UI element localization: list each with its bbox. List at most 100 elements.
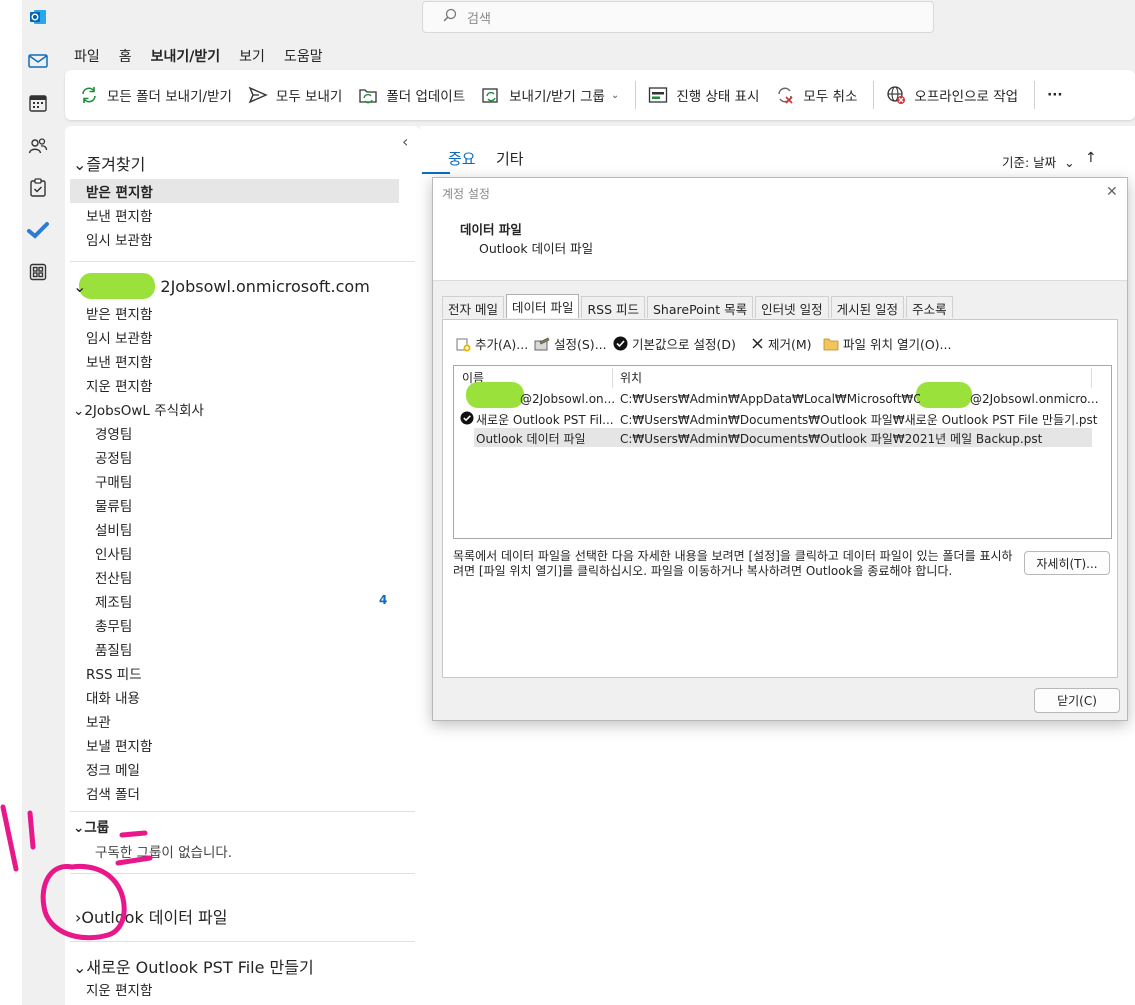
org-folder[interactable]: ⌄2JobsOwL 주식회사	[73, 399, 204, 419]
send-icon	[248, 85, 268, 105]
favorite-sent[interactable]: 보낸 편지함	[86, 205, 152, 225]
dialog-heading: 데이터 파일	[460, 222, 522, 237]
dialog-subheading: Outlook 데이터 파일	[479, 241, 594, 256]
folder-conversation[interactable]: 대화 내용	[86, 687, 140, 707]
update-folder-label: 폴더 업데이트	[386, 89, 466, 105]
folder-drafts[interactable]: 임시 보관함	[86, 327, 152, 347]
cancel-all-label: 모두 취소	[803, 89, 858, 105]
send-receive-groups-label: 보내기/받기 그룹	[509, 89, 605, 105]
add-file-icon	[455, 336, 471, 352]
favorites-header[interactable]: ⌄즐겨찾기	[73, 151, 145, 175]
menu-view[interactable]: 보기	[239, 46, 265, 72]
tab-address-book[interactable]: 주소록	[906, 296, 953, 318]
table-row[interactable]: Outlook 데이터 파일 C:₩Users₩Admin₩Documents₩…	[454, 428, 1111, 447]
team-folder[interactable]: 경영팀	[95, 423, 132, 443]
row-location: C:₩Users₩Admin₩AppData₩Local₩Microsoft₩O…	[620, 392, 920, 406]
account-label: 2Jobsowl.onmicrosoft.com	[160, 277, 370, 296]
tab-internet-calendar[interactable]: 인터넷 일정	[755, 296, 829, 318]
tab-email[interactable]: 전자 메일	[442, 296, 504, 318]
folder-deleted[interactable]: 지운 편지함	[86, 375, 152, 395]
close-button[interactable]: 닫기(C)	[1034, 688, 1120, 713]
menu-file[interactable]: 파일	[74, 46, 100, 72]
column-header-location[interactable]: 위치	[620, 366, 642, 388]
folder-sent[interactable]: 보낸 편지함	[86, 351, 152, 371]
team-folder[interactable]: 물류팀	[95, 495, 132, 515]
unread-count-badge: 4	[379, 593, 388, 607]
tab-published-calendar[interactable]: 게시된 일정	[830, 296, 905, 318]
collapse-pane-icon[interactable]: ‹	[402, 132, 408, 151]
new-pst-header[interactable]: ⌄새로운 Outlook PST File 만들기	[73, 954, 314, 978]
settings-file-icon	[534, 336, 550, 352]
table-row[interactable]: @2Jobsowl.on... C:₩Users₩Admin₩AppData₩L…	[454, 382, 1111, 409]
tab-other[interactable]: 기타	[496, 148, 524, 169]
search-icon	[443, 8, 457, 26]
favorite-drafts[interactable]: 임시 보관함	[86, 229, 152, 249]
menu-home[interactable]: 홈	[119, 46, 132, 72]
row-name: @2Jobsowl.on...	[520, 392, 616, 406]
search-placeholder: 검색	[467, 11, 491, 27]
settings-button[interactable]: 설정(S)...	[534, 334, 607, 353]
dialog-header: 계정 설정 ✕ 데이터 파일 Outlook 데이터 파일	[433, 178, 1127, 281]
search-box[interactable]: 검색	[422, 1, 934, 33]
folder-sync-icon	[358, 85, 378, 105]
folder-junk[interactable]: 정크 메일	[86, 759, 140, 779]
folder-archive[interactable]: 보관	[86, 711, 111, 731]
tab-data-files[interactable]: 데이터 파일	[505, 294, 580, 318]
add-button[interactable]: 추가(A)...	[455, 334, 528, 353]
dialog-tabs: 전자 메일 데이터 파일 RSS 피드 SharePoint 목록 인터넷 일정…	[442, 294, 955, 318]
menu-send-receive[interactable]: 보내기/받기	[150, 46, 221, 72]
cancel-all-button[interactable]: 모두 취소	[775, 85, 857, 105]
show-progress-button[interactable]: 진행 상태 표시	[648, 85, 759, 105]
sort-by-dropdown[interactable]: 기준: 날짜 ⌄	[1002, 152, 1075, 171]
team-folder[interactable]: 품질팀	[95, 639, 132, 659]
sort-label: 기준: 날짜	[1002, 155, 1057, 170]
set-default-button[interactable]: 기본값으로 설정(D)	[613, 334, 736, 353]
row-name: 새로운 Outlook PST Fil...	[476, 413, 614, 427]
ribbon-divider	[873, 81, 875, 109]
folder-rss[interactable]: RSS 피드	[86, 663, 142, 683]
favorites-label: 즐겨찾기	[86, 155, 146, 174]
column-divider	[612, 368, 613, 388]
tab-rss[interactable]: RSS 피드	[581, 296, 645, 318]
team-folder[interactable]: 구매팀	[95, 471, 132, 491]
people-icon[interactable]	[27, 135, 49, 157]
folder-outbox[interactable]: 보낼 편지함	[86, 735, 152, 755]
set-default-label: 기본값으로 설정(D)	[632, 337, 736, 352]
progress-icon	[648, 85, 668, 105]
more-options-button[interactable]: ···	[1047, 87, 1062, 103]
team-folder[interactable]: 설비팀	[95, 519, 132, 539]
folder-inbox[interactable]: 받은 편지함	[86, 303, 152, 323]
team-folder[interactable]: 전산팀	[95, 567, 132, 587]
table-row[interactable]: 새로운 Outlook PST Fil... C:₩Users₩Admin₩Do…	[454, 409, 1111, 428]
ribbon: 모든 폴더 보내기/받기 모두 보내기 폴더 업데이트 보내기/받기 그룹 ⌄ …	[65, 70, 1135, 120]
tasks-icon[interactable]	[27, 177, 49, 199]
details-button[interactable]: 자세히(T)...	[1024, 551, 1110, 575]
tab-sharepoint[interactable]: SharePoint 목록	[647, 296, 754, 318]
account-header[interactable]: ⌄ 2Jobsowl.onmicrosoft.com	[73, 277, 370, 296]
calendar-icon[interactable]	[27, 92, 49, 114]
remove-button[interactable]: 제거(M)	[751, 334, 812, 353]
team-folder[interactable]: 인사팀	[95, 543, 132, 563]
apps-icon[interactable]	[27, 261, 49, 283]
send-receive-all-button[interactable]: 모든 폴더 보내기/받기	[79, 85, 232, 105]
todo-icon[interactable]	[27, 219, 49, 241]
team-folder[interactable]: 공정팀	[95, 447, 132, 467]
team-folder[interactable]: 총무팀	[95, 615, 132, 635]
update-folder-button[interactable]: 폴더 업데이트	[358, 85, 465, 105]
work-offline-button[interactable]: 오프라인으로 작업	[886, 85, 1018, 105]
favorite-inbox[interactable]: 받은 편지함	[86, 181, 153, 201]
data-files-list[interactable]: 이름 위치 @2Jobsowl.on... C:₩Users₩Admin₩App…	[453, 365, 1112, 539]
mail-icon[interactable]	[27, 50, 49, 72]
tab-focused[interactable]: 중요	[448, 148, 476, 169]
send-all-button[interactable]: 모두 보내기	[248, 85, 342, 105]
dialog-title: 계정 설정	[442, 187, 490, 201]
close-icon[interactable]: ✕	[1106, 184, 1118, 200]
team-folder[interactable]: 제조팀	[95, 591, 132, 611]
row-location: C:₩Users₩Admin₩Documents₩Outlook 파일₩새로운 …	[620, 413, 1098, 427]
menu-help[interactable]: 도움말	[284, 46, 323, 72]
sort-direction-icon[interactable]: ↑	[1085, 150, 1097, 166]
open-file-location-button[interactable]: 파일 위치 열기(O)...	[823, 334, 951, 353]
row-location-tail: @2Jobsowl.onmicro...	[970, 392, 1099, 406]
folder-deleted[interactable]: 지운 편지함	[86, 979, 152, 999]
send-receive-groups-button[interactable]: 보내기/받기 그룹 ⌄	[481, 85, 619, 105]
